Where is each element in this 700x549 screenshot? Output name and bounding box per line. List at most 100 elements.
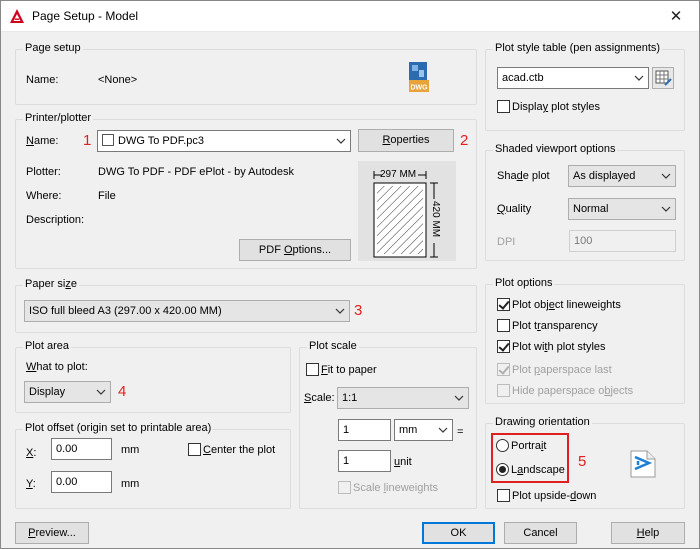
scale-unit-dropdown[interactable]: mm (394, 419, 453, 441)
plot-style-dropdown[interactable]: acad.ctb (497, 67, 649, 89)
help-button[interactable]: Help (611, 522, 685, 544)
shade-plot-dropdown[interactable]: As displayed (568, 165, 676, 187)
chevron-down-icon (336, 138, 346, 144)
page-setup-name-label: Name: (26, 74, 59, 86)
scale-value: 1:1 (342, 392, 358, 404)
shade-plot-value: As displayed (573, 170, 636, 182)
y-offset-input[interactable]: 0.00 (51, 471, 112, 493)
plotter-value: DWG To PDF - PDF ePlot - by Autodesk (98, 166, 295, 178)
dpi-input[interactable]: 100 (569, 230, 676, 252)
y-offset-unit: mm (121, 478, 140, 490)
quality-dropdown[interactable]: Normal (568, 198, 676, 220)
hide-paperspace-objects-checkbox[interactable] (497, 384, 510, 397)
paper-size-title: Paper size (23, 278, 79, 290)
printer-plotter-title: Printer/plotter (23, 112, 94, 124)
what-to-plot-label: What to plot: (26, 361, 88, 373)
chevron-down-icon (438, 427, 448, 433)
plot-with-plot-styles-checkbox[interactable] (497, 340, 510, 353)
landscape-radio[interactable] (496, 463, 509, 476)
annotation-2: 2 (460, 132, 469, 149)
quality-value: Normal (573, 203, 609, 215)
table-edit-icon (655, 70, 672, 86)
scale-lineweights-checkbox[interactable] (338, 481, 351, 494)
plot-upside-down-checkbox[interactable] (497, 489, 510, 502)
x-offset-input[interactable]: 0.00 (51, 438, 112, 460)
cancel-button[interactable]: Cancel (504, 522, 577, 544)
landscape-label: Landscape (511, 464, 565, 476)
ok-button[interactable]: OK (422, 522, 495, 544)
window-title: Page Setup - Model (32, 9, 139, 23)
center-plot-checkbox[interactable] (188, 443, 201, 456)
plot-transparency-label: Plot transparency (512, 320, 598, 332)
autocad-logo-icon (10, 9, 24, 23)
center-plot-label: Center the plot (203, 444, 276, 456)
page-setup-name-value: <None> (98, 74, 138, 86)
annotation-5: 5 (578, 453, 587, 470)
annotation-3: 3 (354, 302, 363, 319)
scale-value1-input[interactable]: 1 (338, 419, 391, 441)
chevron-down-icon (634, 75, 644, 81)
dwg-badge-text: DWG (410, 85, 428, 92)
close-icon[interactable]: ✕ (666, 7, 686, 27)
plot-object-lineweights-checkbox[interactable] (497, 298, 510, 311)
plot-paperspace-last-label: Plot paperspace last (512, 364, 612, 376)
title-bar: Page Setup - Model ✕ (1, 1, 699, 32)
what-to-plot-dropdown[interactable]: Display (24, 381, 111, 403)
shade-plot-label: Shade plot (497, 170, 550, 182)
scale-unit-value: mm (399, 424, 418, 436)
dpi-label: DPI (497, 236, 516, 248)
plot-object-lineweights-label: Plot object lineweights (512, 299, 621, 311)
quality-label: Quality (497, 203, 532, 215)
pdf-options-button[interactable]: PDF Options... (239, 239, 351, 261)
what-to-plot-value: Display (29, 386, 66, 398)
chevron-down-icon (335, 308, 345, 314)
portrait-radio[interactable] (496, 439, 509, 452)
plot-paperspace-last-checkbox[interactable] (497, 363, 510, 376)
chevron-down-icon (454, 395, 464, 401)
annotation-1: 1 (83, 132, 92, 149)
shaded-viewport-title: Shaded viewport options (493, 143, 618, 155)
scale-dropdown[interactable]: 1:1 (337, 387, 469, 409)
chevron-down-icon (661, 206, 671, 212)
paper-size-value: ISO full bleed A3 (297.00 x 420.00 MM) (29, 305, 222, 317)
printer-name-label: Name: (26, 135, 59, 147)
plot-options-title: Plot options (493, 277, 555, 289)
edit-plot-style-button[interactable] (652, 67, 674, 89)
printer-icon (102, 134, 114, 147)
annotation-4: 4 (118, 383, 127, 400)
printer-name-dropdown[interactable]: DWG To PDF.pc3 (97, 130, 351, 152)
plot-with-plot-styles-label: Plot with plot styles (512, 341, 606, 353)
fit-to-paper-checkbox[interactable] (306, 363, 319, 376)
plot-upside-down-label: Plot upside-down (512, 490, 597, 502)
scale-equals: = (457, 426, 464, 438)
where-value: File (98, 190, 116, 202)
scale-value2-input[interactable]: 1 (338, 450, 391, 472)
description-label: Description: (26, 214, 85, 226)
display-plot-styles-checkbox[interactable] (497, 100, 510, 113)
chevron-down-icon (661, 173, 671, 179)
plotter-label: Plotter: (26, 166, 61, 178)
x-offset-label: X: (26, 447, 37, 459)
x-offset-unit: mm (121, 444, 140, 456)
scale-label: Scale: (304, 392, 335, 404)
plot-style-value: acad.ctb (502, 72, 544, 84)
hide-paperspace-objects-label: Hide paperspace objects (512, 385, 634, 397)
plot-scale-title: Plot scale (307, 340, 359, 352)
properties-button[interactable]: Roperties (358, 129, 454, 152)
display-plot-styles-label: Display plot styles (512, 101, 601, 113)
chevron-down-icon (96, 389, 106, 395)
printer-name-value: DWG To PDF.pc3 (118, 135, 204, 147)
plot-area-title: Plot area (23, 340, 72, 352)
portrait-label: Portrait (511, 440, 547, 452)
scale-lineweights-label: Scale lineweights (353, 482, 439, 494)
plot-transparency-checkbox[interactable] (497, 319, 510, 332)
page-setup-title: Page setup (23, 42, 83, 54)
preview-button[interactable]: Preview... (15, 522, 89, 544)
preview-height-label: 420 MM (430, 201, 441, 238)
preview-width-label: 297 MM (380, 169, 417, 180)
paper-size-dropdown[interactable]: ISO full bleed A3 (297.00 x 420.00 MM) (24, 300, 350, 322)
fit-to-paper-label: Fit to paper (321, 364, 377, 376)
drawing-orientation-title: Drawing orientation (493, 416, 592, 428)
where-label: Where: (26, 190, 62, 202)
scale-unit2-label: unit (394, 456, 412, 468)
